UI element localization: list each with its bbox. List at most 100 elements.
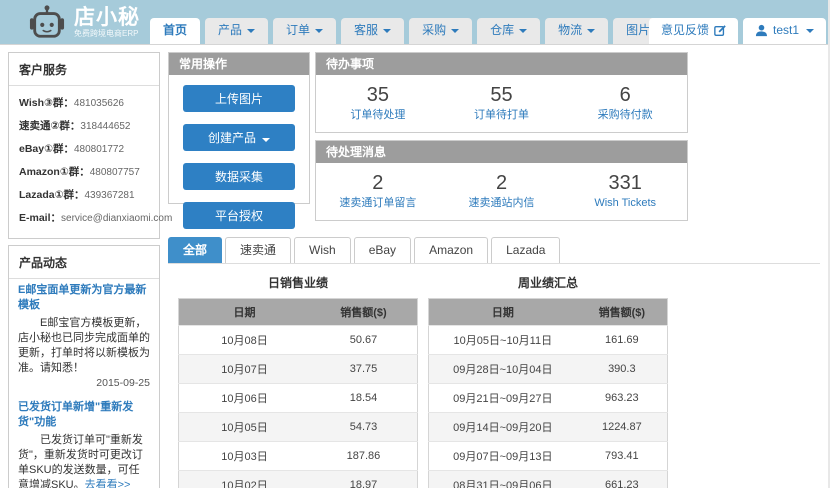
upload-images-button[interactable]: 上传图片 [183,85,295,112]
product-news-panel: 产品动态 E邮宝面单更新为官方最新模板 E邮宝官方模板更新，店小秘也已同步完成面… [8,245,160,488]
app-logo[interactable]: 店小秘 免费跨境电商ERP [28,5,140,41]
dashboard-page: 店小秘 免费跨境电商ERP 首页 产品 订单 客服 采购 仓库 物流 图片 数据… [0,0,830,488]
create-product-button[interactable]: 创建产品 [183,124,295,151]
column-header: 销售额($) [310,299,418,326]
stat-value: 6 [563,83,687,107]
news-title-link[interactable]: E邮宝面单更新为官方最新模板 [18,283,150,313]
app-title: 店小秘 [74,7,140,29]
table-cell: 10月02日 [179,471,310,488]
logo-text: 店小秘 免费跨境电商ERP [74,7,140,39]
todo-stats: 35 订单待处理 55 订单待打单 6 采购待付款 [316,75,687,132]
daily-sales-section: 日销售业绩 日期 销售额($) 10月08日50.6710月07日37.7510… [178,264,418,488]
table-cell: 09月07日~09月13日 [429,442,577,471]
table-cell: 187.86 [310,442,418,471]
todo-panel-header: 待办事项 [316,53,687,75]
weekly-monthly-section: 周业绩汇总 日期 销售额($) 10月05日~10月11日161.6909月28… [428,264,668,488]
chevron-down-icon [806,29,814,33]
stat-link[interactable]: 速卖通站内信 [440,195,564,211]
nav-tab-logistics[interactable]: 物流 [545,18,608,44]
weekly-sales-table: 日期 销售额($) 10月05日~10月11日161.6909月28日~10月0… [428,298,668,488]
table-row: 09月07日~09月13日793.41 [429,442,668,471]
table-cell: 10月06日 [179,384,310,413]
platform-authorization-button[interactable]: 平台授权 [183,202,295,229]
messages-panel: 待处理消息 2 速卖通订单留言 2 速卖通站内信 331 [315,140,688,221]
stat-value: 331 [563,171,687,195]
column-header: 日期 [179,299,310,326]
list-item: 速卖通②群：318444652 [19,115,151,138]
user-menu[interactable]: test1 [743,18,826,44]
table-cell: 161.69 [577,326,668,355]
table-row: 09月28日~10月04日390.3 [429,355,668,384]
stat-order-messages: 2 速卖通订单留言 [316,171,440,211]
tab-lazada[interactable]: Lazada [491,237,560,263]
chevron-down-icon [247,29,255,33]
news-list: E邮宝面单更新为官方最新模板 E邮宝官方模板更新，店小秘也已同步完成面单的更新，… [9,279,159,488]
nav-tab-purchasing[interactable]: 采购 [409,18,472,44]
data-collection-button[interactable]: 数据采集 [183,163,295,190]
stat-value: 2 [316,171,440,195]
table-row: 10月02日18.97 [179,471,418,488]
table-cell: 661.23 [577,471,668,488]
user-icon [755,24,768,37]
table-row: 10月05日~10月11日161.69 [429,326,668,355]
stat-link[interactable]: 订单待打单 [440,107,564,123]
robot-logo-icon [28,5,66,41]
nav-tab-customer-service[interactable]: 客服 [341,18,404,44]
column-header: 销售额($) [577,299,668,326]
top-panels-row: 常用操作 上传图片 创建产品 数据采集 平台授权 待办事项 35 [168,52,828,228]
nav-tab-products[interactable]: 产品 [205,18,268,44]
list-item: Lazada①群：439367281 [19,184,151,207]
table-cell: 10月08日 [179,326,310,355]
news-item: 已发货订单新增"重新发货"功能 已发货订单可"重新发货"，重新发货时可更改订单S… [18,400,150,488]
news-title-link[interactable]: 已发货订单新增"重新发货"功能 [18,400,150,430]
tab-all[interactable]: 全部 [168,237,222,263]
left-sidebar: 客户服务 Wish③群：481035626 速卖通②群：318444652 eB… [8,52,160,488]
nav-tab-warehouse[interactable]: 仓库 [477,18,540,44]
nav-tab-home[interactable]: 首页 [150,18,200,44]
see-more-link[interactable]: 去看看>> [85,479,131,488]
table-header-row: 日期 销售额($) [179,299,418,326]
stat-link[interactable]: Wish Tickets [563,195,687,211]
stat-value: 35 [316,83,440,107]
table-cell: 10月03日 [179,442,310,471]
table-cell: 37.75 [310,355,418,384]
quick-actions-panel: 常用操作 上传图片 创建产品 数据采集 平台授权 [168,52,310,204]
customer-service-list: Wish③群：481035626 速卖通②群：318444652 eBay①群：… [9,86,159,238]
username: test1 [773,24,799,37]
tab-ebay[interactable]: eBay [354,237,411,263]
stat-wish-tickets: 331 Wish Tickets [563,171,687,211]
list-item: Wish③群：481035626 [19,92,151,115]
weekly-sales-title: 周业绩汇总 [428,274,668,291]
tab-amazon[interactable]: Amazon [414,237,488,263]
list-item: Amazon①群：480807757 [19,161,151,184]
page-content: 客户服务 Wish③群：481035626 速卖通②群：318444652 eB… [0,45,830,488]
feedback-button[interactable]: 意见反馈 [649,18,738,44]
nav-tab-orders[interactable]: 订单 [273,18,336,44]
sales-tables-row: 日销售业绩 日期 销售额($) 10月08日50.6710月07日37.7510… [168,264,828,488]
table-row: 09月21日~09月27日963.23 [429,384,668,413]
column-header: 日期 [429,299,577,326]
messages-stats: 2 速卖通订单留言 2 速卖通站内信 331 Wish Tickets [316,163,687,220]
stat-link[interactable]: 速卖通订单留言 [316,195,440,211]
table-cell: 09月28日~10月04日 [429,355,577,384]
quick-actions-header: 常用操作 [169,53,309,75]
daily-sales-body: 10月08日50.6710月07日37.7510月06日18.5410月05日5… [179,326,418,488]
table-row: 10月03日187.86 [179,442,418,471]
tab-aliexpress[interactable]: 速卖通 [225,237,291,263]
stat-link[interactable]: 采购待付款 [563,107,687,123]
tab-wish[interactable]: Wish [294,237,351,263]
news-date: 2015-09-25 [18,376,150,391]
table-cell: 10月05日 [179,413,310,442]
stat-orders-to-print: 55 订单待打单 [440,83,564,123]
stat-purchases-to-pay: 6 采购待付款 [563,83,687,123]
news-item: E邮宝面单更新为官方最新模板 E邮宝官方模板更新，店小秘也已同步完成面单的更新，… [18,283,150,391]
table-cell: 54.73 [310,413,418,442]
chevron-down-icon [262,138,270,142]
app-subtitle: 免费跨境电商ERP [74,29,140,39]
table-cell: 10月07日 [179,355,310,384]
stat-link[interactable]: 订单待处理 [316,107,440,123]
table-cell: 10月05日~10月11日 [429,326,577,355]
stat-orders-pending: 35 订单待处理 [316,83,440,123]
header-right-area: 意见反馈 test1 [644,18,826,44]
table-cell: 50.67 [310,326,418,355]
